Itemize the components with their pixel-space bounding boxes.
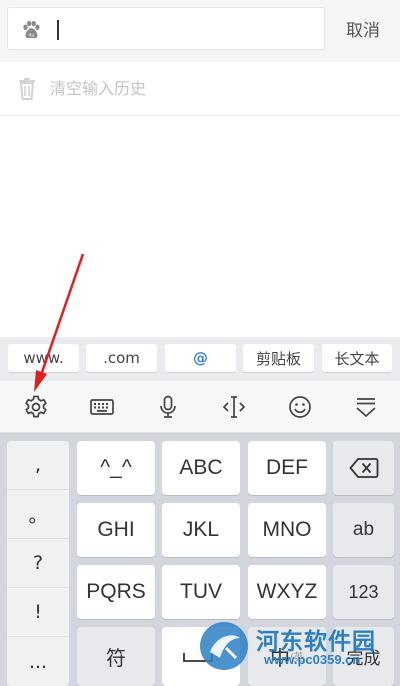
cursor-move-button[interactable]	[201, 381, 267, 433]
language-label: 中	[269, 648, 290, 670]
backspace-icon	[348, 458, 378, 478]
key-abc[interactable]: ABC	[162, 441, 240, 495]
language-switch-key[interactable]: 中/英	[248, 627, 326, 686]
keyboard-switch-button[interactable]	[69, 381, 135, 433]
key-wxyz[interactable]: WXYZ	[248, 565, 326, 619]
symbol-key[interactable]: 符	[77, 627, 155, 686]
text-caret	[57, 20, 59, 40]
clear-history-row[interactable]: 清空输入历史	[0, 62, 400, 116]
long-text-button[interactable]: 长文本	[322, 344, 392, 372]
done-key[interactable]: 完成	[333, 627, 394, 686]
key-emoticon[interactable]: ^_^	[77, 441, 155, 495]
key-ghi[interactable]: GHI	[77, 503, 155, 557]
quick-input-bar: www. .com @ 剪贴板 长文本	[0, 337, 400, 381]
gear-icon	[25, 395, 47, 418]
search-input[interactable]: du	[7, 7, 325, 50]
key-tuv[interactable]: TUV	[162, 565, 240, 619]
key-def[interactable]: DEF	[248, 441, 326, 495]
punct-key-comma[interactable]: ,	[7, 441, 69, 490]
quick-at-button[interactable]: @	[165, 344, 236, 372]
clipboard-button[interactable]: 剪贴板	[243, 344, 314, 372]
emoji-button[interactable]	[267, 381, 333, 433]
cancel-button[interactable]: 取消	[334, 7, 392, 50]
emoji-icon	[289, 396, 311, 418]
voice-input-button[interactable]	[135, 381, 201, 433]
space-icon	[183, 652, 213, 662]
hide-keyboard-button[interactable]	[333, 381, 399, 433]
quick-www-button[interactable]: www.	[8, 344, 79, 372]
key-mno[interactable]: MNO	[248, 503, 326, 557]
punctuation-column: , 。 ? ! ...	[7, 441, 69, 686]
number-mode-key[interactable]: 123	[333, 565, 394, 619]
cursor-move-icon	[222, 396, 246, 418]
language-sub-label: /英	[289, 651, 305, 664]
keyboard-icon	[90, 399, 114, 415]
trash-icon	[19, 78, 35, 100]
baidu-paw-icon: du	[23, 20, 40, 38]
punct-key-period[interactable]: 。	[7, 490, 69, 539]
key-pqrs[interactable]: PQRS	[77, 565, 155, 619]
svg-text:du: du	[29, 32, 35, 38]
space-key[interactable]: 0	[162, 627, 240, 686]
space-sub-label: 0	[214, 650, 222, 663]
microphone-icon	[160, 395, 176, 418]
punct-key-question[interactable]: ?	[7, 539, 69, 588]
keyboard-toolbar	[0, 381, 400, 433]
punct-key-exclamation[interactable]: !	[7, 588, 69, 637]
settings-button[interactable]	[3, 381, 69, 433]
punct-key-ellipsis[interactable]: ...	[7, 637, 69, 686]
letter-mode-key[interactable]: ab	[333, 503, 394, 557]
search-bar: du 取消	[0, 0, 400, 62]
quick-com-button[interactable]: .com	[86, 344, 157, 372]
backspace-key[interactable]	[333, 441, 394, 495]
clear-history-label: 清空输入历史	[50, 79, 147, 98]
key-jkl[interactable]: JKL	[162, 503, 240, 557]
collapse-keyboard-icon	[356, 398, 376, 418]
keyboard: , 。 ? ! ... ^_^ ABC DEF GHI JKL MNO ab P…	[0, 433, 400, 686]
